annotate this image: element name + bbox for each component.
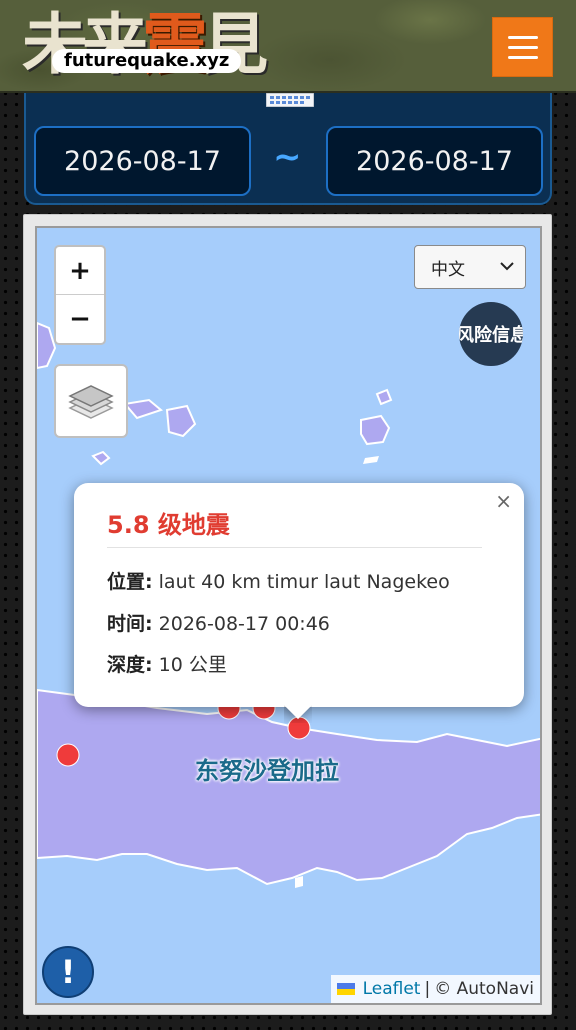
earthquake-marker[interactable] [56,743,80,767]
popup-time-value: 2026-08-17 00:46 [158,613,330,635]
popup-time-label: 时间: [107,613,153,635]
date-separator: ~ [273,137,302,177]
zoom-control: + − [54,245,106,345]
menu-button[interactable] [492,17,553,77]
zoom-out-button[interactable]: − [56,295,104,343]
chevron-down-icon [500,262,514,271]
attribution-separator: | [424,979,431,999]
popup-tip [284,705,312,723]
hamburger-icon [507,35,538,39]
popup-depth-value: 10 公里 [158,654,227,676]
popup-location-value: laut 40 km timur laut Nagekeo [158,571,450,593]
region-label: 东努沙登加拉 [195,757,339,785]
site-url-badge: futurequake.xyz [52,49,242,73]
close-icon[interactable]: × [495,489,512,513]
hamburger-icon [507,45,538,49]
popup-divider [107,547,482,548]
language-select[interactable]: 中文 [414,245,526,289]
leaflet-link[interactable]: Leaflet [363,979,421,999]
map-attribution: Leaflet | © AutoNavi [330,975,540,1003]
popup-title: 5.8 级地震 [107,511,230,539]
layers-icon [68,385,114,419]
popup-location-label: 位置: [107,571,153,593]
calendar-icon[interactable] [266,93,314,107]
risk-info-label: 风险信息 [459,325,523,346]
layers-button[interactable] [54,364,128,438]
attribution-provider: © AutoNavi [434,979,534,999]
popup-location-row: 位置: laut 40 km timur laut Nagekeo [107,567,450,594]
end-date-input[interactable]: 2026-08-17 [326,126,543,196]
popup-time-row: 时间: 2026-08-17 00:46 [107,609,330,636]
site-header: 未 来 震 見 futurequake.xyz [0,0,576,93]
popup-depth-row: 深度: 10 公里 [107,650,227,677]
zoom-in-button[interactable]: + [56,247,104,295]
map-view[interactable]: 东努沙登加拉 + − 中文 风险信息 ! [35,226,542,1005]
hamburger-icon [507,55,538,59]
info-button[interactable]: ! [42,946,94,998]
start-date-input[interactable]: 2026-08-17 [34,126,251,196]
date-range-panel: 2026-08-17 ~ 2026-08-17 [24,93,552,205]
popup-depth-label: 深度: [107,654,153,676]
risk-info-button[interactable]: 风险信息 [459,302,523,366]
map-frame: 东努沙登加拉 + − 中文 风险信息 ! [23,214,552,1015]
earthquake-popup: × 5.8 级地震 位置: laut 40 km timur laut Nage… [74,483,524,707]
ukraine-flag-icon [336,983,355,995]
language-select-value: 中文 [431,259,465,280]
